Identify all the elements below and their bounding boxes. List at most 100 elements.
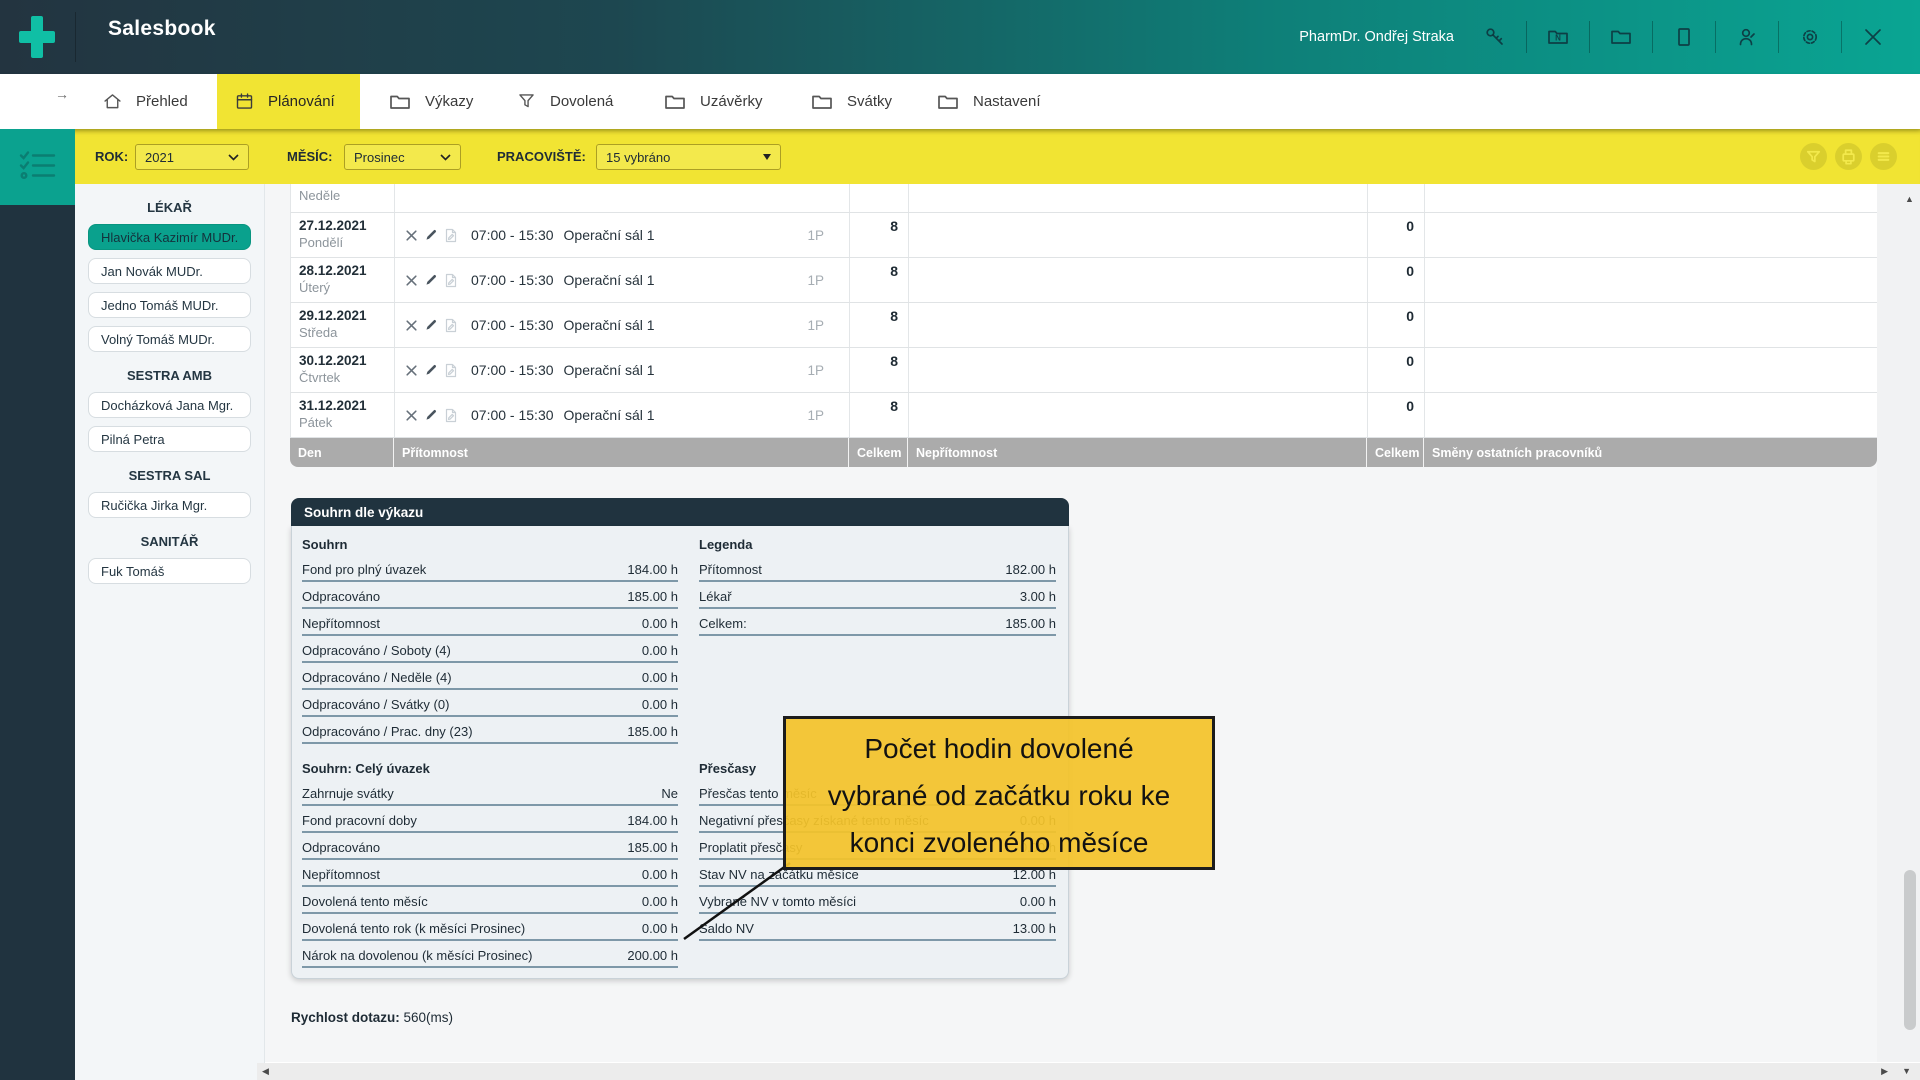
- schedule-row: 30.12.2021Čtvrtek07:00 - 15:30Operační s…: [290, 348, 1877, 393]
- sidebar-item-person[interactable]: Fuk Tomáš: [88, 558, 251, 584]
- edit-shift-icon[interactable]: [424, 363, 438, 377]
- row-day: Pondělí: [299, 235, 386, 250]
- day-cell: 27.12.2021Pondělí: [291, 213, 395, 257]
- summary-row-value: 0.00 h: [1020, 894, 1056, 909]
- others-shifts-cell: [1425, 348, 1878, 392]
- tab-vykazy[interactable]: Výkazy: [371, 74, 496, 129]
- tab-label: Svátky: [847, 93, 892, 110]
- note-shift-icon[interactable]: [444, 408, 458, 423]
- edit-shift-icon[interactable]: [424, 273, 438, 287]
- edit-shift-icon[interactable]: [424, 408, 438, 422]
- absence-total-cell: 0: [1368, 303, 1425, 347]
- mesic-select[interactable]: Prosinec: [344, 144, 461, 170]
- summary-row: Nárok na dovolenou (k měsíci Prosinec)20…: [302, 941, 678, 968]
- tab-uzaverky[interactable]: Uzávěrky: [646, 74, 781, 129]
- user-button[interactable]: [1734, 24, 1760, 50]
- note-shift-icon[interactable]: [444, 318, 458, 333]
- scroll-up-arrow-icon[interactable]: ▲: [1905, 194, 1914, 204]
- absence-total-cell: 0: [1368, 348, 1425, 392]
- sidebar-item-person[interactable]: Volný Tomáš MUDr.: [88, 326, 251, 352]
- summary-row-value: 185.00 h: [627, 724, 678, 739]
- row-actions: [405, 273, 458, 288]
- print-button[interactable]: [1835, 143, 1862, 170]
- others-shifts-cell: [1425, 258, 1878, 302]
- row-day: Středa: [299, 325, 386, 340]
- tab-label: Dovolená: [550, 93, 613, 110]
- edit-shift-icon[interactable]: [424, 228, 438, 242]
- home-icon: [102, 91, 123, 112]
- absence-cell: [909, 393, 1368, 437]
- table-column-header: Celkem: [849, 438, 908, 467]
- delete-shift-icon[interactable]: [405, 364, 418, 377]
- summary-row-label: Celkem:: [699, 616, 747, 631]
- row-actions: [405, 318, 458, 333]
- summary-row-value: 0.00 h: [642, 643, 678, 658]
- close-button[interactable]: [1860, 24, 1886, 50]
- scroll-left-arrow-icon[interactable]: ◀: [262, 1066, 269, 1077]
- summary-row: Nepřítomnost0.00 h: [302, 860, 678, 887]
- app-logo-icon: [17, 13, 57, 66]
- summary-row: Lékař3.00 h: [699, 582, 1056, 609]
- note-shift-icon[interactable]: [444, 273, 458, 288]
- delete-shift-icon[interactable]: [405, 274, 418, 287]
- print-icon: [1837, 145, 1860, 168]
- presence-total-cell: 8: [850, 258, 909, 302]
- vertical-scroll-thumb[interactable]: [1904, 870, 1916, 1030]
- presence-total-cell: 8: [850, 303, 909, 347]
- folder-button[interactable]: [1608, 24, 1634, 50]
- checklist-toggle[interactable]: [0, 129, 75, 205]
- sidebar-item-person[interactable]: Jedno Tomáš MUDr.: [88, 292, 251, 318]
- sidebar-item-person[interactable]: Docházková Jana Mgr.: [88, 392, 251, 418]
- tab-prehled[interactable]: Přehled: [85, 74, 215, 129]
- summary-column: Souhrn: Celý úvazekZahrnuje svátkyNeFond…: [302, 758, 678, 968]
- tab-dovolena[interactable]: Dovolená: [499, 74, 634, 129]
- note-shift-icon[interactable]: [444, 228, 458, 243]
- scroll-down-arrow-icon[interactable]: ▼: [1902, 1066, 1911, 1076]
- tab-svatky[interactable]: Svátky: [793, 74, 913, 129]
- tooltip-leader-line: [660, 850, 800, 950]
- mesic-value: Prosinec: [354, 150, 440, 165]
- summary-column: SouhrnFond pro plný úvazek184.00 hOdprac…: [302, 534, 678, 744]
- summary-row: Nepřítomnost0.00 h: [302, 609, 678, 636]
- summary-row: Dovolená tento rok (k měsíci Prosinec)0.…: [302, 914, 678, 941]
- summary-row: Dovolená tento měsíc0.00 h: [302, 887, 678, 914]
- summary-column: LegendaPřítomnost182.00 hLékař3.00 hCelk…: [699, 534, 1056, 744]
- delete-shift-icon[interactable]: [405, 319, 418, 332]
- filter-button[interactable]: [1800, 143, 1827, 170]
- schedule-table: 26.12.2021Neděle27.12.2021Pondělí07:00 -…: [290, 166, 1877, 467]
- folder-new-button[interactable]: N: [1545, 24, 1571, 50]
- tooltip-line: Počet hodin dovolené: [786, 725, 1212, 772]
- sidebar-item-person[interactable]: Ručička Jirka Mgr.: [88, 492, 251, 518]
- scroll-right-arrow-icon[interactable]: ▶: [1881, 1066, 1888, 1077]
- tab-planovani[interactable]: Plánování: [217, 74, 360, 129]
- rok-select[interactable]: 2021: [135, 144, 249, 170]
- summary-row: Odpracováno / Neděle (4)0.00 h: [302, 663, 678, 690]
- topbar-separator: [1715, 21, 1716, 53]
- query-speed-value: 560(ms): [404, 1010, 454, 1025]
- shift-place: Operační sál 1: [564, 362, 655, 378]
- gear-button[interactable]: [1797, 24, 1823, 50]
- window-button[interactable]: [1671, 24, 1697, 50]
- pracoviste-select[interactable]: 15 vybráno: [596, 144, 781, 170]
- query-speed-status: Rychlost dotazu: 560(ms): [291, 1010, 453, 1025]
- sidebar-item-person[interactable]: Hlavička Kazimír MUDr.: [88, 224, 251, 250]
- delete-shift-icon[interactable]: [405, 409, 418, 422]
- delete-shift-icon[interactable]: [405, 229, 418, 242]
- presence-total-cell: 8: [850, 213, 909, 257]
- sidebar-item-person[interactable]: Jan Novák MUDr.: [88, 258, 251, 284]
- sidebar-item-label: Fuk Tomáš: [101, 564, 164, 579]
- tab-label: Výkazy: [425, 93, 473, 110]
- edit-shift-icon[interactable]: [424, 318, 438, 332]
- note-shift-icon[interactable]: [444, 363, 458, 378]
- table-column-header: Celkem: [1367, 438, 1424, 467]
- shift-time: 07:00 - 15:30: [471, 272, 554, 288]
- chevron-down-icon: [763, 154, 771, 160]
- sidebar-item-person[interactable]: Pilná Petra: [88, 426, 251, 452]
- key-button[interactable]: [1482, 24, 1508, 50]
- presence-cell: 07:00 - 15:30Operační sál 11P: [395, 213, 850, 257]
- sidebar-group-header: SESTRA SAL: [75, 468, 264, 483]
- presence-cell: 07:00 - 15:30Operační sál 11P: [395, 348, 850, 392]
- menu-button[interactable]: [1870, 143, 1897, 170]
- tab-nastaveni[interactable]: Nastavení: [919, 74, 1059, 129]
- collapse-sidebar-arrow-icon[interactable]: →: [55, 86, 69, 102]
